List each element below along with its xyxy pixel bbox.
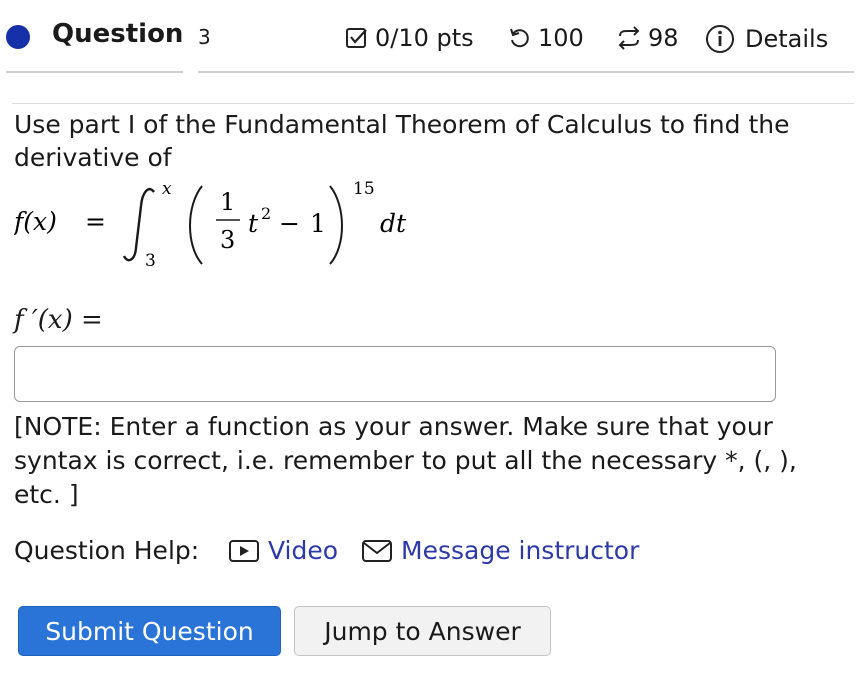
retries-status: 100: [508, 24, 584, 52]
message-instructor-link[interactable]: Message instructor: [361, 536, 639, 565]
header-divider-right: [198, 71, 854, 73]
info-icon: [706, 25, 734, 53]
upper-limit: x: [162, 179, 172, 199]
submit-question-button[interactable]: Submit Question: [18, 606, 281, 656]
integral-formula: f(x) = x 3 1 3 t 2 − 1 15 dt: [14, 179, 407, 268]
base-variable: t: [248, 209, 259, 238]
answer-label: f ′(x) =: [14, 305, 103, 335]
answer-note: [NOTE: Enter a function as your answer. …: [14, 412, 797, 509]
question-prompt: Use part I of the Fundamental Theorem of…: [14, 110, 790, 172]
points-status: 0/10 pts: [345, 24, 474, 52]
jump-to-answer-button[interactable]: Jump to Answer: [294, 606, 551, 656]
retry-icon: [510, 28, 529, 48]
checkbox-icon: [346, 28, 367, 48]
mail-icon: [362, 539, 392, 562]
message-instructor-label: Message instructor: [401, 536, 640, 565]
attempts-text: 98: [648, 24, 679, 52]
header-divider-left: [6, 71, 183, 73]
right-paren: [329, 185, 343, 265]
attempts-status: 98: [616, 24, 679, 52]
content-divider: [12, 103, 854, 104]
integral-sign: [122, 187, 155, 262]
video-link-label: Video: [268, 536, 339, 565]
differential: dt: [380, 209, 407, 238]
details-button[interactable]: Details: [705, 24, 828, 54]
attempts-icon: [618, 26, 640, 50]
fraction-denominator: 3: [220, 226, 235, 254]
question-label: Question: [52, 19, 184, 49]
left-paren: [189, 185, 203, 265]
video-icon: [229, 539, 259, 562]
formula-lhs: f(x): [14, 207, 57, 236]
fraction-numerator: 1: [220, 188, 235, 216]
base-exponent: 2: [261, 204, 271, 223]
points-text: 0/10 pts: [375, 24, 474, 52]
formula-equals: =: [85, 207, 106, 236]
video-link[interactable]: Video: [228, 536, 338, 565]
outer-exponent: 15: [353, 179, 375, 199]
question-help-label: Question Help:: [14, 536, 200, 565]
minus-sign: −: [279, 209, 300, 238]
details-label: Details: [745, 25, 829, 53]
answer-input[interactable]: [14, 346, 776, 402]
lower-limit: 3: [145, 251, 156, 268]
question-number: 3: [198, 25, 211, 49]
constant-term: 1: [310, 209, 326, 238]
retries-text: 100: [538, 24, 584, 52]
status-dot: [6, 25, 30, 49]
